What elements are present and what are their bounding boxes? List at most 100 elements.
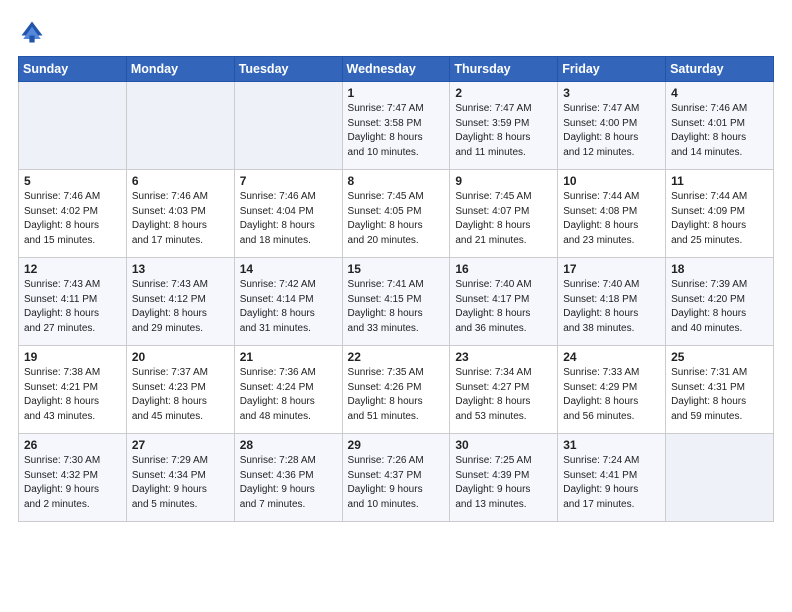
day-info: Sunrise: 7:46 AMSunset: 4:02 PMDaylight:… (24, 191, 100, 246)
day-number: 31 (563, 438, 660, 452)
day-header-tuesday: Tuesday (234, 57, 342, 82)
day-number: 1 (348, 86, 445, 100)
day-number: 4 (671, 86, 768, 100)
calendar-cell (126, 82, 234, 170)
day-number: 26 (24, 438, 121, 452)
day-info: Sunrise: 7:43 AMSunset: 4:12 PMDaylight:… (132, 279, 208, 334)
day-number: 9 (455, 174, 552, 188)
logo (18, 18, 50, 46)
day-info: Sunrise: 7:40 AMSunset: 4:17 PMDaylight:… (455, 279, 531, 334)
day-info: Sunrise: 7:46 AMSunset: 4:03 PMDaylight:… (132, 191, 208, 246)
day-number: 28 (240, 438, 337, 452)
calendar-table: SundayMondayTuesdayWednesdayThursdayFrid… (18, 56, 774, 522)
day-info: Sunrise: 7:37 AMSunset: 4:23 PMDaylight:… (132, 367, 208, 422)
calendar-cell (234, 82, 342, 170)
day-number: 18 (671, 262, 768, 276)
day-info: Sunrise: 7:24 AMSunset: 4:41 PMDaylight:… (563, 455, 639, 510)
calendar-cell: 28 Sunrise: 7:28 AMSunset: 4:36 PMDayligh… (234, 434, 342, 522)
day-number: 15 (348, 262, 445, 276)
calendar-cell: 25Sunrise: 7:31 AMSunset: 4:31 PMDayligh… (666, 346, 774, 434)
calendar-cell: 26 Sunrise: 7:30 AMSunset: 4:32 PMDayligh… (19, 434, 127, 522)
day-info: Sunrise: 7:46 AMSunset: 4:04 PMDaylight:… (240, 191, 316, 246)
calendar-cell: 23 Sunrise: 7:34 AMSunset: 4:27 PMDayligh… (450, 346, 558, 434)
calendar-cell (666, 434, 774, 522)
day-info: Sunrise: 7:26 AMSunset: 4:37 PMDaylight:… (348, 455, 424, 510)
day-number: 17 (563, 262, 660, 276)
day-number: 3 (563, 86, 660, 100)
calendar-cell (19, 82, 127, 170)
calendar-cell: 9 Sunrise: 7:45 AMSunset: 4:07 PMDaylight… (450, 170, 558, 258)
calendar-cell: 19Sunrise: 7:38 AMSunset: 4:21 PMDayligh… (19, 346, 127, 434)
day-info: Sunrise: 7:25 AMSunset: 4:39 PMDaylight:… (455, 455, 531, 510)
day-number: 16 (455, 262, 552, 276)
day-number: 25 (671, 350, 768, 364)
day-header-wednesday: Wednesday (342, 57, 450, 82)
calendar-cell: 10Sunrise: 7:44 AMSunset: 4:08 PMDayligh… (558, 170, 666, 258)
week-row-1: 1 Sunrise: 7:47 AMSunset: 3:58 PMDaylight… (19, 82, 774, 170)
calendar-cell: 11 Sunrise: 7:44 AMSunset: 4:09 PMDayligh… (666, 170, 774, 258)
day-number: 29 (348, 438, 445, 452)
calendar-cell: 16 Sunrise: 7:40 AMSunset: 4:17 PMDayligh… (450, 258, 558, 346)
week-row-2: 5 Sunrise: 7:46 AMSunset: 4:02 PMDaylight… (19, 170, 774, 258)
logo-icon (18, 18, 46, 46)
day-header-monday: Monday (126, 57, 234, 82)
day-info: Sunrise: 7:30 AMSunset: 4:32 PMDaylight:… (24, 455, 100, 510)
day-info: Sunrise: 7:40 AMSunset: 4:18 PMDaylight:… (563, 279, 639, 334)
day-header-saturday: Saturday (666, 57, 774, 82)
day-info: Sunrise: 7:47 AMSunset: 3:58 PMDaylight:… (348, 103, 424, 158)
day-number: 20 (132, 350, 229, 364)
calendar-cell: 17 Sunrise: 7:40 AMSunset: 4:18 PMDayligh… (558, 258, 666, 346)
day-info: Sunrise: 7:34 AMSunset: 4:27 PMDaylight:… (455, 367, 531, 422)
day-number: 11 (671, 174, 768, 188)
header (18, 18, 774, 46)
day-number: 6 (132, 174, 229, 188)
day-number: 7 (240, 174, 337, 188)
day-info: Sunrise: 7:41 AMSunset: 4:15 PMDaylight:… (348, 279, 424, 334)
day-number: 30 (455, 438, 552, 452)
day-number: 23 (455, 350, 552, 364)
day-info: Sunrise: 7:38 AMSunset: 4:21 PMDaylight:… (24, 367, 100, 422)
week-row-5: 26 Sunrise: 7:30 AMSunset: 4:32 PMDayligh… (19, 434, 774, 522)
day-info: Sunrise: 7:42 AMSunset: 4:14 PMDaylight:… (240, 279, 316, 334)
calendar-cell: 4 Sunrise: 7:46 AMSunset: 4:01 PMDaylight… (666, 82, 774, 170)
day-info: Sunrise: 7:44 AMSunset: 4:08 PMDaylight:… (563, 191, 639, 246)
day-number: 24 (563, 350, 660, 364)
day-info: Sunrise: 7:43 AMSunset: 4:11 PMDaylight:… (24, 279, 100, 334)
calendar-cell: 8Sunrise: 7:45 AMSunset: 4:05 PMDaylight… (342, 170, 450, 258)
calendar-cell: 18 Sunrise: 7:39 AMSunset: 4:20 PMDayligh… (666, 258, 774, 346)
day-info: Sunrise: 7:47 AMSunset: 4:00 PMDaylight:… (563, 103, 639, 158)
calendar-cell: 5 Sunrise: 7:46 AMSunset: 4:02 PMDaylight… (19, 170, 127, 258)
calendar-cell: 7 Sunrise: 7:46 AMSunset: 4:04 PMDaylight… (234, 170, 342, 258)
calendar-cell: 20 Sunrise: 7:37 AMSunset: 4:23 PMDayligh… (126, 346, 234, 434)
day-number: 14 (240, 262, 337, 276)
header-row: SundayMondayTuesdayWednesdayThursdayFrid… (19, 57, 774, 82)
day-header-sunday: Sunday (19, 57, 127, 82)
week-row-3: 12Sunrise: 7:43 AMSunset: 4:11 PMDayligh… (19, 258, 774, 346)
day-number: 13 (132, 262, 229, 276)
day-info: Sunrise: 7:36 AMSunset: 4:24 PMDaylight:… (240, 367, 316, 422)
calendar-cell: 3 Sunrise: 7:47 AMSunset: 4:00 PMDaylight… (558, 82, 666, 170)
page: SundayMondayTuesdayWednesdayThursdayFrid… (0, 0, 792, 612)
day-info: Sunrise: 7:45 AMSunset: 4:05 PMDaylight:… (348, 191, 424, 246)
calendar-cell: 1 Sunrise: 7:47 AMSunset: 3:58 PMDaylight… (342, 82, 450, 170)
day-number: 22 (348, 350, 445, 364)
calendar-cell: 13 Sunrise: 7:43 AMSunset: 4:12 PMDayligh… (126, 258, 234, 346)
calendar-cell: 27Sunrise: 7:29 AMSunset: 4:34 PMDayligh… (126, 434, 234, 522)
day-header-friday: Friday (558, 57, 666, 82)
day-info: Sunrise: 7:35 AMSunset: 4:26 PMDaylight:… (348, 367, 424, 422)
day-info: Sunrise: 7:44 AMSunset: 4:09 PMDaylight:… (671, 191, 747, 246)
calendar-cell: 21Sunrise: 7:36 AMSunset: 4:24 PMDayligh… (234, 346, 342, 434)
day-number: 2 (455, 86, 552, 100)
day-header-thursday: Thursday (450, 57, 558, 82)
calendar-cell: 15 Sunrise: 7:41 AMSunset: 4:15 PMDayligh… (342, 258, 450, 346)
day-info: Sunrise: 7:45 AMSunset: 4:07 PMDaylight:… (455, 191, 531, 246)
calendar-cell: 22 Sunrise: 7:35 AMSunset: 4:26 PMDayligh… (342, 346, 450, 434)
day-number: 5 (24, 174, 121, 188)
week-row-4: 19Sunrise: 7:38 AMSunset: 4:21 PMDayligh… (19, 346, 774, 434)
day-info: Sunrise: 7:33 AMSunset: 4:29 PMDaylight:… (563, 367, 639, 422)
day-info: Sunrise: 7:28 AMSunset: 4:36 PMDaylight:… (240, 455, 316, 510)
day-info: Sunrise: 7:39 AMSunset: 4:20 PMDaylight:… (671, 279, 747, 334)
calendar-cell: 30 Sunrise: 7:25 AMSunset: 4:39 PMDayligh… (450, 434, 558, 522)
day-info: Sunrise: 7:46 AMSunset: 4:01 PMDaylight:… (671, 103, 747, 158)
calendar-cell: 6 Sunrise: 7:46 AMSunset: 4:03 PMDaylight… (126, 170, 234, 258)
